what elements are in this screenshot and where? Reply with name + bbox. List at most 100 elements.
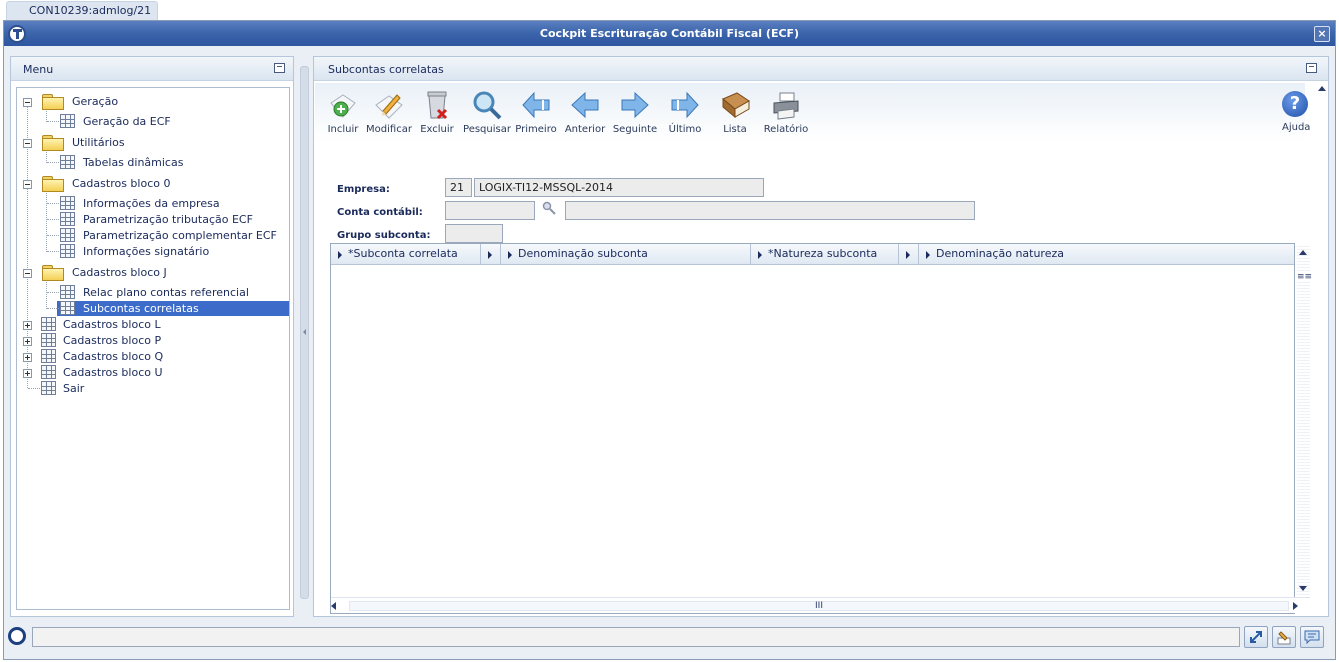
scroll-down-icon[interactable] <box>1299 586 1307 591</box>
tab-session[interactable]: CON10239:admlog/21 <box>6 1 158 20</box>
main-window: Cockpit Escrituração Contábil Fiscal (EC… <box>3 20 1336 660</box>
excluir-button[interactable]: Excluir <box>413 89 461 139</box>
conta-contabil-field[interactable] <box>445 201 535 220</box>
grid-vertical-scrollbar[interactable]: ≡≡ <box>1297 244 1313 597</box>
grid-header: *Subconta correlata Denominação subconta… <box>331 244 1294 265</box>
grupo-subconta-field[interactable] <box>445 224 503 243</box>
messages-button[interactable] <box>1300 626 1324 648</box>
user-button[interactable] <box>1272 626 1296 648</box>
chat-bubble-icon <box>1304 630 1320 644</box>
collapse-icon[interactable] <box>23 180 32 189</box>
tree-connector <box>47 162 59 163</box>
book-icon <box>722 92 750 119</box>
tree-node-geracao[interactable]: Geração <box>17 94 287 110</box>
grid-column-denominacao-natureza[interactable]: Denominação natureza <box>919 244 1294 264</box>
expand-icon[interactable] <box>23 369 32 378</box>
scroll-left-icon[interactable] <box>331 602 336 610</box>
tree-node-tabelas-dinamicas[interactable]: Tabelas dinâmicas <box>17 155 287 171</box>
scroll-up-icon[interactable] <box>1318 86 1326 91</box>
grid-horizontal-scrollbar[interactable]: III <box>331 597 1310 613</box>
pesquisar-button[interactable]: Pesquisar <box>463 89 511 139</box>
expand-icon[interactable] <box>23 337 32 346</box>
tab-strip: CON10239:admlog/21 <box>0 0 1339 20</box>
tree-connector <box>47 121 59 122</box>
tree-node-label: Cadastros bloco P <box>63 334 162 347</box>
minimize-content-icon[interactable] <box>1306 63 1317 73</box>
tree-node-label: Cadastros bloco 0 <box>72 177 171 190</box>
ajuda-button[interactable]: ? Ajuda <box>1276 87 1316 137</box>
tree-node-geracao-ecf[interactable]: Geração da ECF <box>17 114 287 130</box>
scroll-right-icon[interactable] <box>1293 602 1298 610</box>
tree-node-informacoes-signatario[interactable]: Informações signatário <box>17 244 287 260</box>
title-bar: Cockpit Escrituração Contábil Fiscal (EC… <box>4 21 1335 46</box>
anterior-button[interactable]: Anterior <box>561 89 609 139</box>
menu-tree: Geração Geração da ECF Utilitários Tabel… <box>16 87 290 610</box>
tree-node-cadastros-bloco-l[interactable]: Cadastros bloco L <box>17 317 287 333</box>
toolbar-label: Relatório <box>763 124 809 135</box>
menu-header: Menu <box>11 57 293 81</box>
expand-icon[interactable] <box>23 321 32 330</box>
tree-connector <box>47 219 59 220</box>
folder-open-icon <box>42 94 64 110</box>
empresa-name-field: LOGIX-TI12-MSSQL-2014 <box>474 178 764 197</box>
help-icon: ? <box>1282 91 1308 117</box>
grid-column-subconta-correlata[interactable]: *Subconta correlata <box>331 244 481 264</box>
primeiro-button[interactable]: Primeiro <box>512 89 560 139</box>
tree-node-label: Parametrização tributação ECF <box>83 213 253 226</box>
tree-node-parametrizacao-complementar[interactable]: Parametrização complementar ECF <box>17 228 287 244</box>
content-title: Subcontas correlatas <box>328 63 444 76</box>
seguinte-button[interactable]: Seguinte <box>611 89 659 139</box>
tree-node-label: Cadastros bloco L <box>63 318 161 331</box>
tree-node-utilitarios[interactable]: Utilitários <box>17 135 287 151</box>
relatorio-button[interactable]: Relatório <box>762 89 810 139</box>
tree-node-informacoes-empresa[interactable]: Informações da empresa <box>17 196 287 212</box>
magnifier-icon <box>473 91 502 120</box>
tree-node-cadastros-bloco-p[interactable]: Cadastros bloco P <box>17 333 287 349</box>
previous-arrow-icon <box>571 91 599 119</box>
minimize-menu-icon[interactable] <box>274 63 285 73</box>
scroll-up-icon[interactable] <box>1299 250 1307 255</box>
toolbar-label: Ajuda <box>1282 122 1311 133</box>
tree-node-parametrizacao-tributacao[interactable]: Parametrização tributação ECF <box>17 212 287 228</box>
tree-node-cadastros-bloco-u[interactable]: Cadastros bloco U <box>17 365 287 381</box>
grid-column-spacer <box>481 244 501 264</box>
table-icon <box>60 244 75 258</box>
content-header: Subcontas correlatas <box>314 57 1328 81</box>
grid-options-icon[interactable]: ≡≡ <box>1297 272 1313 282</box>
tree-node-subcontas-correlatas[interactable]: Subcontas correlatas <box>17 301 287 317</box>
ultimo-button[interactable]: Último <box>661 89 709 139</box>
tree-connector <box>47 203 59 204</box>
lookup-search-icon[interactable] <box>542 201 556 215</box>
table-icon <box>60 285 75 299</box>
grid-column-denominacao-subconta[interactable]: Denominação subconta <box>501 244 751 264</box>
toolbar-label: Pesquisar <box>463 124 511 135</box>
modificar-button[interactable]: Modificar <box>365 89 413 139</box>
tree-connector <box>47 292 59 293</box>
tree-node-cadastros-bloco-0[interactable]: Cadastros bloco 0 <box>17 176 287 192</box>
tree-node-sair[interactable]: Sair <box>17 381 287 397</box>
close-button[interactable]: × <box>1314 26 1330 42</box>
tree-node-cadastros-bloco-q[interactable]: Cadastros bloco Q <box>17 349 287 365</box>
toolbar-scrollbar[interactable] <box>1316 83 1328 143</box>
scroll-thumb[interactable]: III <box>349 601 1289 611</box>
collapse-icon[interactable] <box>23 98 32 107</box>
edit-pencil-icon <box>375 94 403 119</box>
table-icon <box>60 301 75 315</box>
tree-connector <box>47 308 59 309</box>
panel-splitter[interactable] <box>300 66 309 599</box>
grid-column-natureza-subconta[interactable]: *Natureza subconta <box>751 244 899 264</box>
add-document-icon <box>330 94 356 118</box>
lista-button[interactable]: Lista <box>711 89 759 139</box>
tree-node-label: Cadastros bloco U <box>63 366 163 379</box>
empresa-code-field[interactable]: 21 <box>445 178 472 197</box>
tree-node-relac-plano-contas[interactable]: Relac plano contas referencial <box>17 285 287 301</box>
tree-node-label: Cadastros bloco J <box>72 266 167 279</box>
table-icon <box>41 317 56 331</box>
incluir-button[interactable]: Incluir <box>319 89 367 139</box>
expand-icon[interactable] <box>23 353 32 362</box>
folder-open-icon <box>42 176 64 192</box>
collapse-icon[interactable] <box>23 139 32 148</box>
collapse-icon[interactable] <box>23 269 32 278</box>
resize-button[interactable] <box>1244 626 1268 648</box>
tree-node-cadastros-bloco-j[interactable]: Cadastros bloco J <box>17 265 287 281</box>
